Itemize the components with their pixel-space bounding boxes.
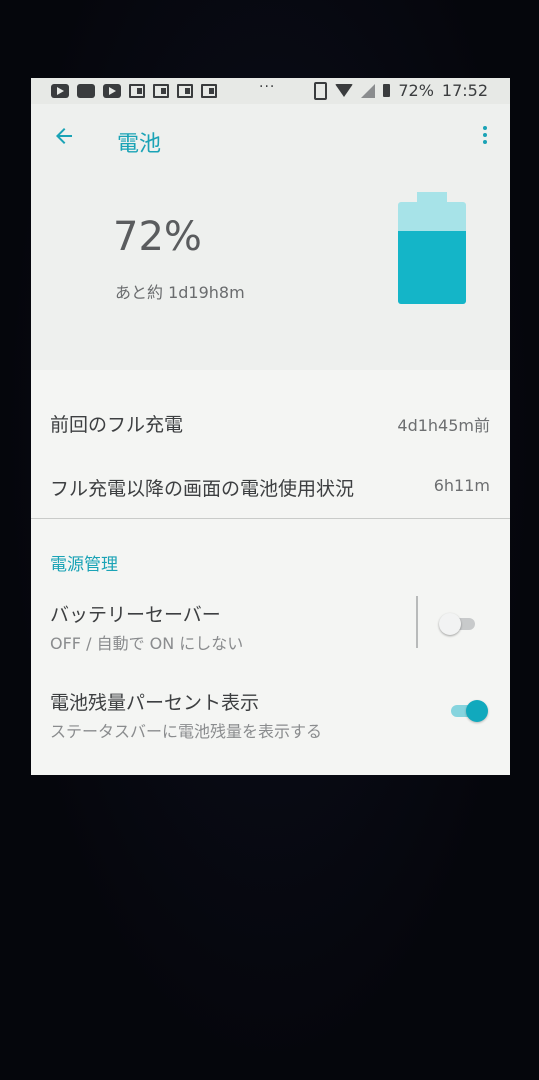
battery-saver-title: バッテリーセーバー	[50, 604, 221, 626]
battery-percentage-title: 電池残量パーセント表示	[50, 692, 260, 714]
battery-remaining-time: あと約 1d19h8m	[115, 283, 245, 302]
phone-frame: ··· 72% 17:52 電池 72% あと約 1d19h8m 前回のフル充電…	[0, 0, 539, 1080]
status-bar: ··· 72% 17:52	[31, 78, 510, 104]
battery-percentage-row[interactable]: 電池残量パーセント表示 ステータスバーに電池残量を表示する	[31, 678, 510, 742]
system-icons: 72% 17:52	[314, 81, 488, 100]
overflow-dots: ···	[259, 79, 276, 95]
no-signal-icon	[361, 83, 376, 98]
section-power-management: 電源管理	[50, 555, 118, 575]
vertical-separator	[416, 596, 418, 648]
screen-usage-label: フル充電以降の画面の電池使用状況	[50, 478, 355, 500]
last-full-charge-row[interactable]: 前回のフル充電 4d1h45m前	[31, 386, 510, 446]
news-icon	[177, 84, 193, 98]
news-icon	[153, 84, 169, 98]
last-full-charge-value: 4d1h45m前	[397, 416, 490, 435]
youtube-icon	[51, 84, 69, 98]
divider	[31, 518, 510, 519]
battery-cap	[417, 192, 447, 202]
battery-graphic-icon	[398, 192, 466, 304]
app-bar: 電池	[31, 104, 510, 174]
status-battery-percent: 72%	[398, 81, 434, 100]
toggle-thumb	[439, 613, 461, 635]
back-arrow-icon[interactable]	[49, 124, 79, 154]
back-arrow-glyph	[56, 128, 72, 144]
wnews-icon	[77, 84, 95, 98]
battery-icon	[383, 84, 391, 97]
toggle-thumb	[466, 700, 488, 722]
wifi-icon	[335, 84, 354, 97]
battery-saver-toggle[interactable]	[439, 613, 477, 635]
screen-usage-row[interactable]: フル充電以降の画面の電池使用状況 6h11m	[31, 448, 510, 510]
more-options-icon[interactable]	[482, 126, 488, 146]
status-time: 17:52	[441, 81, 488, 100]
notification-icons	[51, 84, 217, 98]
battery-fill	[398, 231, 466, 304]
vibrate-icon	[314, 81, 328, 100]
screen-usage-value: 6h11m	[433, 476, 490, 495]
battery-level: 72%	[113, 214, 202, 260]
battery-body	[398, 202, 466, 304]
news-icon	[201, 84, 217, 98]
last-full-charge-label: 前回のフル充電	[50, 414, 184, 436]
page-title: 電池	[117, 132, 162, 157]
battery-percentage-toggle[interactable]	[449, 700, 488, 722]
screen: ··· 72% 17:52 電池 72% あと約 1d19h8m 前回のフル充電…	[31, 78, 510, 775]
battery-saver-summary: OFF / 自動で ON にしない	[50, 634, 244, 653]
news-icon	[129, 84, 145, 98]
battery-percentage-summary: ステータスバーに電池残量を表示する	[50, 722, 323, 741]
youtube-icon	[103, 84, 121, 98]
battery-summary: 72% あと約 1d19h8m	[31, 174, 510, 370]
